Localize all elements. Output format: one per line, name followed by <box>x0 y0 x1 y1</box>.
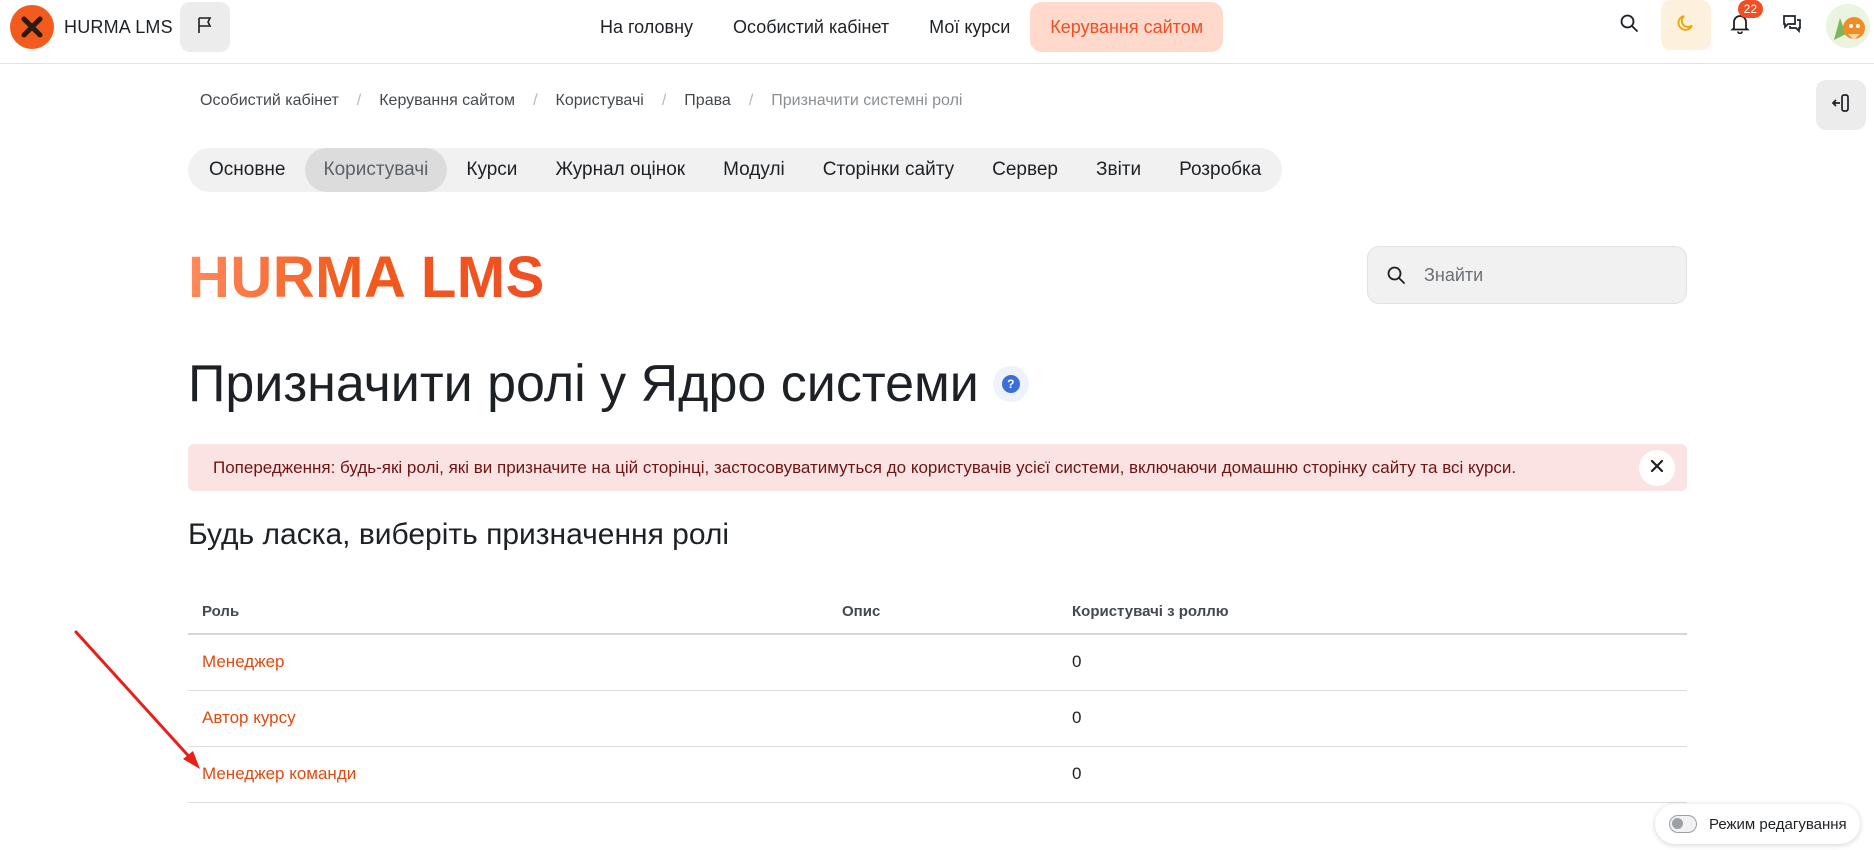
flag-button[interactable] <box>180 2 230 52</box>
edit-mode-switch[interactable] <box>1669 815 1697 833</box>
column-header-description: Опис <box>828 590 1058 635</box>
users-count-cell: 0 <box>1058 634 1687 691</box>
warning-alert-text: Попередження: будь-які ролі, які ви приз… <box>213 457 1517 477</box>
role-link-manager[interactable]: Менеджер <box>202 652 284 671</box>
nav-home[interactable]: На головну <box>580 2 713 52</box>
tab-appearance[interactable]: Сторінки сайту <box>804 148 973 192</box>
edit-mode-toggle[interactable]: Режим редагування <box>1655 804 1860 844</box>
column-header-role: Роль <box>188 590 828 635</box>
nav-dashboard[interactable]: Особистий кабінет <box>713 2 909 52</box>
alert-close-button[interactable] <box>1639 450 1675 486</box>
help-icon[interactable]: ? <box>992 366 1029 402</box>
dark-mode-toggle[interactable] <box>1661 0 1711 50</box>
question-mark: ? <box>1001 375 1020 393</box>
search-icon <box>1619 13 1639 38</box>
notifications-button[interactable]: 22 <box>1715 0 1765 50</box>
description-cell <box>828 634 1058 691</box>
brand-name: HURMA LMS <box>64 16 173 37</box>
breadcrumb-item-current: Призначити системні ролі <box>771 92 963 109</box>
close-icon <box>1649 458 1665 479</box>
nav-my-courses[interactable]: Мої курси <box>909 2 1030 52</box>
breadcrumb-item-dashboard[interactable]: Особистий кабінет <box>200 92 339 110</box>
table-row: Менеджер 0 <box>188 634 1687 691</box>
users-count-cell: 0 <box>1058 746 1687 803</box>
description-cell <box>828 746 1058 803</box>
page-title-text: Призначити ролі у Ядро системи <box>188 355 979 413</box>
tab-plugins[interactable]: Модулі <box>704 148 804 192</box>
tab-server[interactable]: Сервер <box>973 148 1077 192</box>
moon-icon <box>1676 13 1696 38</box>
tab-development[interactable]: Розробка <box>1160 148 1280 192</box>
switch-knob <box>1672 818 1683 829</box>
role-cell: Менеджер <box>188 634 828 691</box>
breadcrumb: Особистий кабінет / Керування сайтом / К… <box>200 92 962 110</box>
tab-courses[interactable]: Курси <box>447 148 536 192</box>
flag-icon <box>196 16 214 39</box>
table-header-row: Роль Опис Користувачі з роллю <box>188 590 1687 635</box>
table-row: Менеджер команди 0 <box>188 746 1687 803</box>
messages-button[interactable] <box>1767 0 1817 50</box>
breadcrumb-separator: / <box>533 92 538 109</box>
section-heading: Будь ласка, виберіть призначення ролі <box>188 518 730 551</box>
breadcrumb-separator: / <box>356 92 362 109</box>
chat-icon <box>1781 12 1803 39</box>
top-navbar: HURMA LMS На головну Особистий кабінет М… <box>0 0 1874 64</box>
nav-site-admin[interactable]: Керування сайтом <box>1030 2 1224 52</box>
breadcrumb-separator: / <box>661 92 667 109</box>
breadcrumb-item-site-admin[interactable]: Керування сайтом <box>379 92 515 110</box>
users-count-cell: 0 <box>1058 690 1687 747</box>
page-title: Призначити ролі у Ядро системи ? <box>188 354 1029 414</box>
role-link-team-manager[interactable]: Менеджер команди <box>202 764 356 783</box>
edit-mode-label: Режим редагування <box>1709 815 1847 833</box>
notification-count-badge: 22 <box>1737 0 1763 18</box>
breadcrumb-item-permissions[interactable]: Права <box>684 92 731 110</box>
admin-search-input[interactable] <box>1424 264 1664 286</box>
role-cell: Менеджер команди <box>188 746 828 803</box>
roles-table: Роль Опис Користувачі з роллю Менеджер 0… <box>188 590 1687 803</box>
admin-secondary-nav: Основне Користувачі Курси Журнал оцінок … <box>188 148 1283 192</box>
tab-grades[interactable]: Журнал оцінок <box>536 148 704 192</box>
search-button[interactable] <box>1604 0 1654 50</box>
role-link-course-creator[interactable]: Автор курсу <box>202 708 296 727</box>
primary-nav: На головну Особистий кабінет Мої курси К… <box>580 2 1224 52</box>
tab-users[interactable]: Користувачі <box>304 148 448 192</box>
role-cell: Автор курсу <box>188 690 828 747</box>
tab-reports[interactable]: Звіти <box>1077 148 1160 192</box>
tab-general[interactable]: Основне <box>190 148 305 192</box>
drawer-open-icon <box>1830 92 1852 119</box>
user-avatar[interactable] <box>1826 4 1870 48</box>
warning-alert: Попередження: будь-які ролі, які ви приз… <box>188 444 1687 491</box>
brand-logo-icon <box>10 5 54 49</box>
column-header-users-with-role: Користувачі з роллю <box>1058 590 1687 635</box>
breadcrumb-item-users[interactable]: Користувачі <box>556 92 644 110</box>
search-icon <box>1368 265 1424 285</box>
description-cell <box>828 690 1058 747</box>
table-row: Автор курсу 0 <box>188 690 1687 747</box>
drawer-open-button[interactable] <box>1816 80 1866 130</box>
site-logo-heading: HURMA LMS <box>188 245 545 310</box>
brand[interactable]: HURMA LMS <box>10 5 173 49</box>
breadcrumb-separator: / <box>748 92 754 109</box>
admin-search <box>1367 246 1687 304</box>
